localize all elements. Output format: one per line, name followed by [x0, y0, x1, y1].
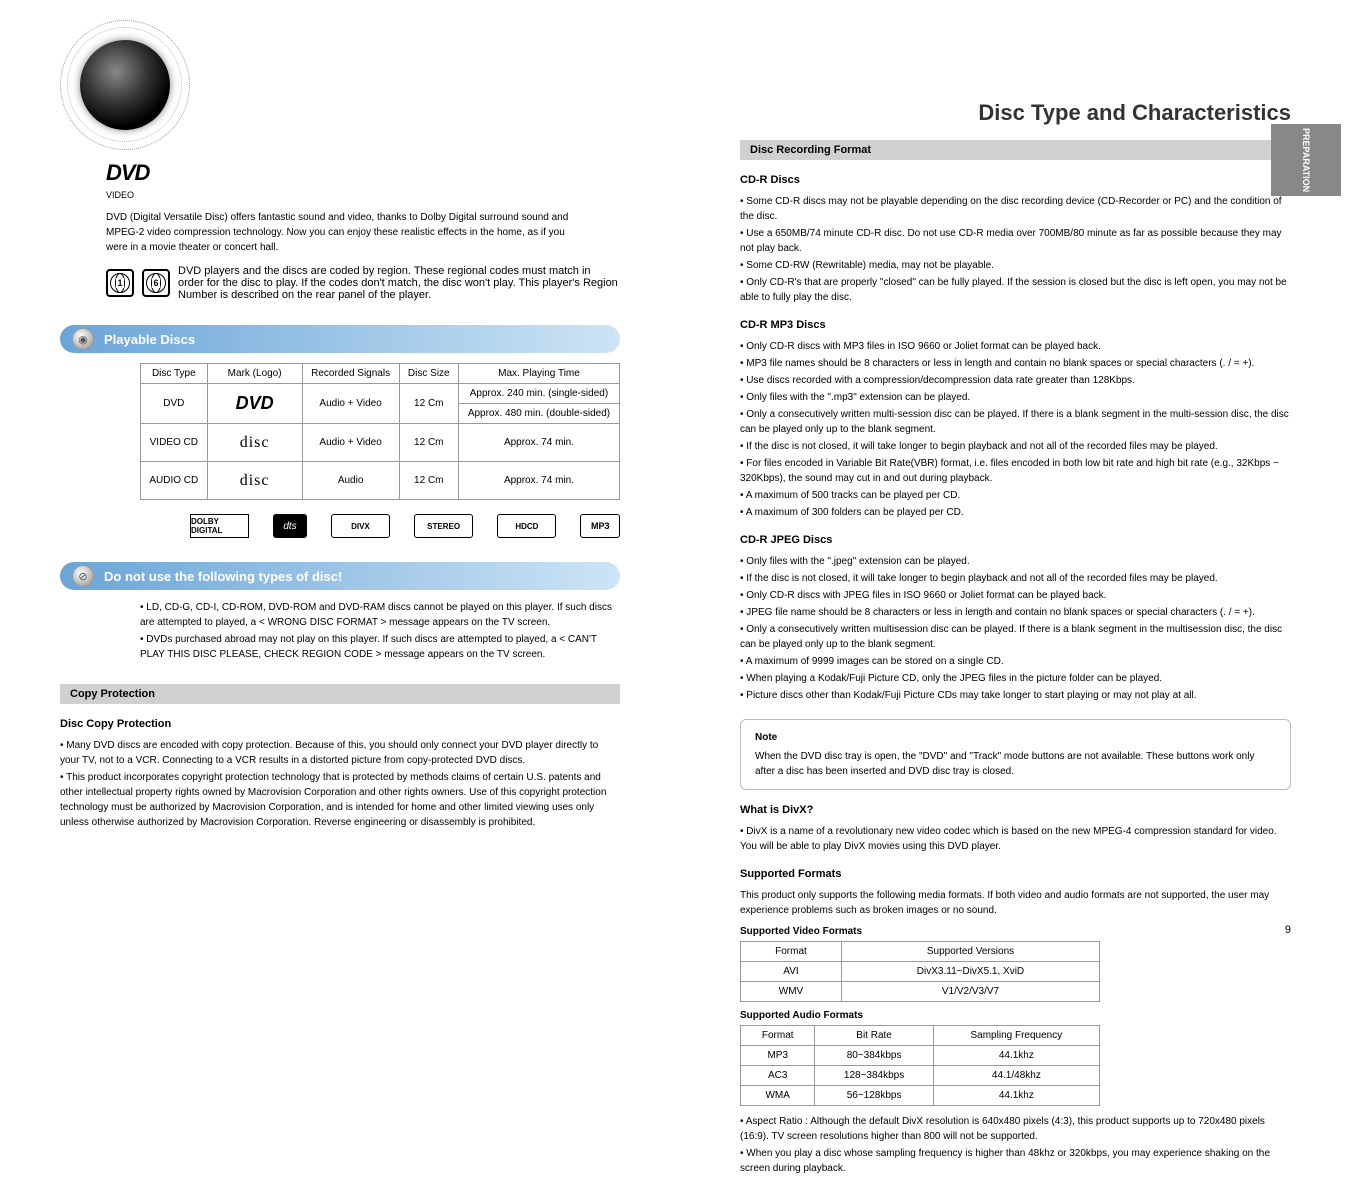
disc-icon: ◉ — [72, 328, 94, 350]
supported-heading: Supported Formats — [740, 868, 1291, 880]
stereo-icon: STEREO — [414, 514, 473, 538]
mp3-icon: MP3 — [580, 514, 620, 538]
cdr-heading: CD-R Discs — [740, 174, 1291, 186]
divx-icon: DIVX — [331, 514, 390, 538]
copy-heading: Disc Copy Protection — [60, 718, 620, 730]
copy-protection-list: Many DVD discs are encoded with copy pro… — [60, 738, 620, 830]
note-box: Note When the DVD disc tray is open, the… — [740, 719, 1291, 790]
unplayable-list: LD, CD-G, CD-I, CD-ROM, DVD-ROM and DVD-… — [140, 600, 620, 662]
page-number: 9 — [1285, 924, 1291, 936]
audio-formats-table: Format Bit Rate Sampling Frequency MP380… — [740, 1025, 1100, 1106]
disc-no-icon: ⊘ — [72, 565, 94, 587]
region-code-text: DVD players and the discs are coded by r… — [178, 265, 618, 301]
mp3-list: Only CD-R discs with MP3 files in ISO 96… — [740, 339, 1291, 520]
disc-table: Disc Type Mark (Logo) Recorded Signals D… — [140, 363, 620, 500]
cdr-list: Some CD-R discs may not be playable depe… — [740, 194, 1291, 305]
copy-protection-bar: Copy Protection — [60, 684, 620, 704]
jpeg-list: Only files with the ".jpeg" extension ca… — [740, 554, 1291, 703]
row-cd-type: AUDIO CD — [141, 462, 208, 500]
divx-list: DivX is a name of a revolutionary new vi… — [740, 824, 1291, 854]
side-tab: PREPARATION — [1271, 124, 1341, 196]
col-disc-type: Disc Type — [141, 364, 208, 384]
disc-mark-icon: disc — [240, 472, 270, 489]
globe-icon: 6 — [142, 269, 170, 297]
page-title: Disc Type and Characteristics — [740, 100, 1291, 126]
supported-intro: This product only supports the following… — [740, 888, 1291, 918]
col-time: Max. Playing Time — [458, 364, 619, 384]
video-formats-heading: Supported Video Formats — [740, 926, 1291, 937]
row-vcd-type: VIDEO CD — [141, 424, 208, 462]
audio-formats-heading: Supported Audio Formats — [740, 1010, 1291, 1021]
col-signals: Recorded Signals — [302, 364, 399, 384]
dvd-description: DVD (Digital Versatile Disc) offers fant… — [106, 210, 586, 255]
disc-mark-icon: disc — [240, 434, 270, 451]
dvd-logo-subtext: VIDEO — [106, 190, 620, 200]
dvd-mark-icon: DVD — [236, 393, 274, 413]
mp3-heading: CD-R MP3 Discs — [740, 319, 1291, 331]
dolby-icon: DOLBY DIGITAL — [190, 514, 249, 538]
row-dvd-type: DVD — [141, 384, 208, 424]
globe-icon: 1 — [106, 269, 134, 297]
recording-format-bar: Disc Recording Format — [740, 140, 1291, 160]
col-mark: Mark (Logo) — [207, 364, 302, 384]
divx-heading: What is DivX? — [740, 804, 1291, 816]
col-size: Disc Size — [399, 364, 458, 384]
codec-row: DOLBY DIGITAL dts DIVX STEREO HDCD MP3 — [190, 514, 620, 538]
jpeg-heading: CD-R JPEG Discs — [740, 534, 1291, 546]
video-formats-table: Format Supported Versions AVIDivX3.11~Di… — [740, 941, 1100, 1002]
dts-icon: dts — [273, 514, 307, 538]
unplayable-bar: ⊘ Do not use the following types of disc… — [60, 562, 620, 590]
supported-notes: Aspect Ratio : Although the default DivX… — [740, 1114, 1291, 1176]
playable-discs-bar: ◉ Playable Discs — [60, 325, 620, 353]
dvd-logo: DVD — [106, 160, 620, 186]
speaker-logo — [60, 20, 190, 150]
hdcd-icon: HDCD — [497, 514, 556, 538]
